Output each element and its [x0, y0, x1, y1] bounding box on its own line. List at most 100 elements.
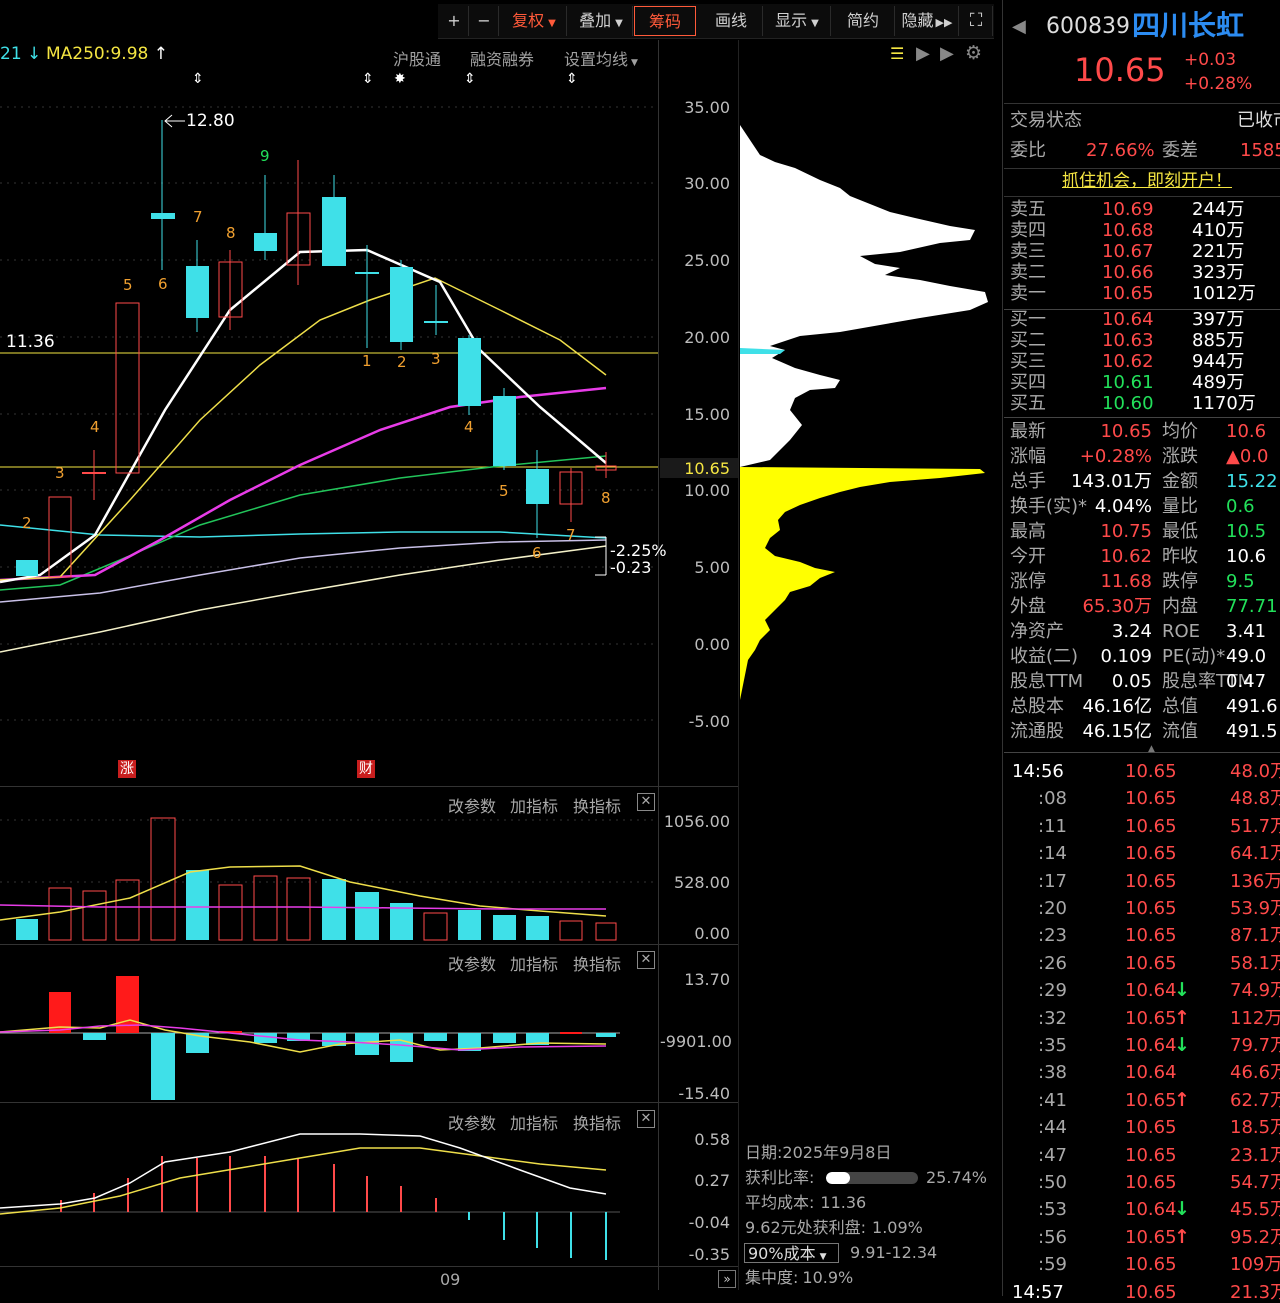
ask-price[interactable]: 10.66: [1102, 264, 1154, 282]
candle: [493, 396, 516, 466]
caret-down-icon: ▼: [819, 1252, 827, 1262]
seq-count: 5: [123, 276, 133, 294]
overlay-button[interactable]: 叠加 ▼: [570, 6, 633, 36]
bid-price[interactable]: 10.60: [1102, 395, 1154, 413]
bid-price[interactable]: 10.61: [1102, 374, 1154, 392]
marker-icon[interactable]: ⇕: [566, 72, 578, 86]
divider: [1004, 196, 1280, 197]
ma250-label: MA250:9.98 ↑: [46, 46, 168, 63]
stat-label: 最低: [1162, 521, 1198, 542]
ask-price[interactable]: 10.69: [1102, 201, 1154, 219]
vol-axis-label: 1056.00: [663, 812, 730, 831]
tick-volume: 87.1万: [1230, 925, 1280, 947]
chip-profit-label: 获利比率:: [745, 1168, 815, 1187]
stat-label: 换手(实)*: [1010, 496, 1088, 517]
close-icon[interactable]: ✕: [637, 1110, 655, 1128]
bid-price[interactable]: 10.62: [1102, 353, 1154, 371]
expand-icon[interactable]: ▲: [1148, 745, 1155, 754]
marker-icon[interactable]: ⇕: [192, 72, 204, 86]
kdj-yellow: [0, 1147, 607, 1215]
right-panel-divider: [1002, 0, 1003, 1296]
tick-time: :11: [1038, 815, 1067, 837]
limit-up-badge[interactable]: 涨: [118, 760, 136, 778]
close-icon[interactable]: ✕: [637, 793, 655, 811]
chip-button[interactable]: 筹码: [634, 6, 696, 36]
ma-mid-line: [0, 539, 607, 603]
seq-count: 1: [362, 352, 372, 370]
fuquan-button[interactable]: 复权 ▼: [502, 6, 567, 36]
vol-bar: [458, 910, 481, 940]
marker-icon[interactable]: ⇕: [464, 72, 476, 86]
seq-count: 2: [22, 514, 32, 532]
chip-distribution[interactable]: [740, 100, 1000, 760]
vol-bar: [16, 919, 38, 940]
scroll-right-button[interactable]: »: [718, 1270, 736, 1288]
tick-time: :59: [1038, 1254, 1067, 1276]
trade-status-label: 交易状态: [1010, 110, 1082, 131]
macd-axis-label: -9901.00: [660, 1032, 732, 1051]
macd-bar: [83, 1033, 106, 1040]
close-icon[interactable]: ✕: [637, 951, 655, 969]
tick-time: :44: [1038, 1117, 1067, 1139]
promo-link[interactable]: 抓住机会，即刻开户！: [1062, 173, 1232, 190]
ask-volume: 221万: [1192, 241, 1245, 262]
ma-settings-link[interactable]: 设置均线 ▼: [564, 46, 638, 70]
stat-label: 收益(二): [1010, 646, 1079, 667]
marker-icon[interactable]: ⇕: [362, 72, 374, 86]
stock-name: 四川长虹: [1132, 9, 1245, 42]
ask-price[interactable]: 10.65: [1102, 285, 1154, 303]
macd-bar: [390, 1033, 413, 1062]
trade-status-value: 已收市: [1237, 110, 1280, 131]
hide-button[interactable]: 隐藏 ▶▶: [896, 6, 959, 36]
cost-select[interactable]: 90%成本 ▼: [744, 1243, 839, 1263]
chip-profit-area: [740, 125, 988, 467]
y-axis-label: 30.00: [684, 174, 730, 193]
hugutong-link[interactable]: 沪股通: [393, 46, 441, 70]
gear-icon[interactable]: ⚙: [965, 44, 982, 63]
tick-volume: 48.8万: [1230, 788, 1280, 810]
candle: [254, 233, 277, 251]
bid-price[interactable]: 10.63: [1102, 332, 1154, 350]
kdj-cyan-bars: [468, 1212, 607, 1260]
stat-value: 11.68: [1100, 571, 1152, 592]
ma-green-line: [0, 455, 607, 591]
ask-price[interactable]: 10.68: [1102, 222, 1154, 240]
play-next-icon[interactable]: ▶: [940, 45, 954, 63]
tick-volume: 112万: [1230, 1007, 1280, 1029]
finance-badge[interactable]: 财: [357, 760, 375, 778]
list-icon[interactable]: ☰: [890, 46, 904, 62]
zoom-out-button[interactable]: −: [470, 6, 499, 36]
zoom-in-button[interactable]: +: [440, 6, 469, 36]
ask-price[interactable]: 10.67: [1102, 243, 1154, 261]
y-axis-label: 20.00: [684, 328, 730, 347]
simple-button[interactable]: 简约: [832, 6, 895, 36]
star-marker-icon[interactable]: ✸: [394, 72, 406, 86]
tick-time: :08: [1038, 788, 1067, 810]
display-button[interactable]: 显示 ▼: [764, 6, 831, 36]
vol-bar: [253, 875, 278, 941]
tick-time: :14: [1038, 843, 1067, 865]
vol-bottom-border: [0, 944, 738, 945]
bid-level-label: 买四: [1010, 372, 1046, 393]
rongzi-link[interactable]: 融资融券: [470, 46, 534, 70]
chip-concentration: 集中度: 10.9%: [745, 1270, 853, 1286]
macd-bar: [424, 1033, 447, 1041]
chip-avg-label: 平均成本:: [745, 1193, 815, 1212]
range-pct-label: -2.25%: [610, 541, 667, 560]
range-chg-label: -0.23: [610, 558, 652, 577]
prev-stock-icon[interactable]: ◀: [1012, 18, 1026, 36]
tick-price: 10.65: [1125, 1007, 1177, 1029]
caret-down-icon: ▼: [631, 58, 638, 68]
ask-volume: 410万: [1192, 220, 1245, 241]
play-icon[interactable]: ▶: [916, 45, 930, 63]
draw-line-button[interactable]: 画线: [700, 6, 763, 36]
tick-volume: 136万: [1230, 870, 1280, 892]
stat-value: 65.30万: [1082, 596, 1152, 617]
fullscreen-icon[interactable]: ⛶: [960, 6, 993, 36]
stat-value: +0.28%: [1079, 446, 1152, 467]
seq-count: 8: [601, 489, 611, 507]
caret-down-icon: ▼: [548, 18, 556, 29]
divider: [1004, 752, 1280, 753]
tick-time: :20: [1038, 898, 1067, 919]
bid-price[interactable]: 10.64: [1102, 311, 1154, 329]
